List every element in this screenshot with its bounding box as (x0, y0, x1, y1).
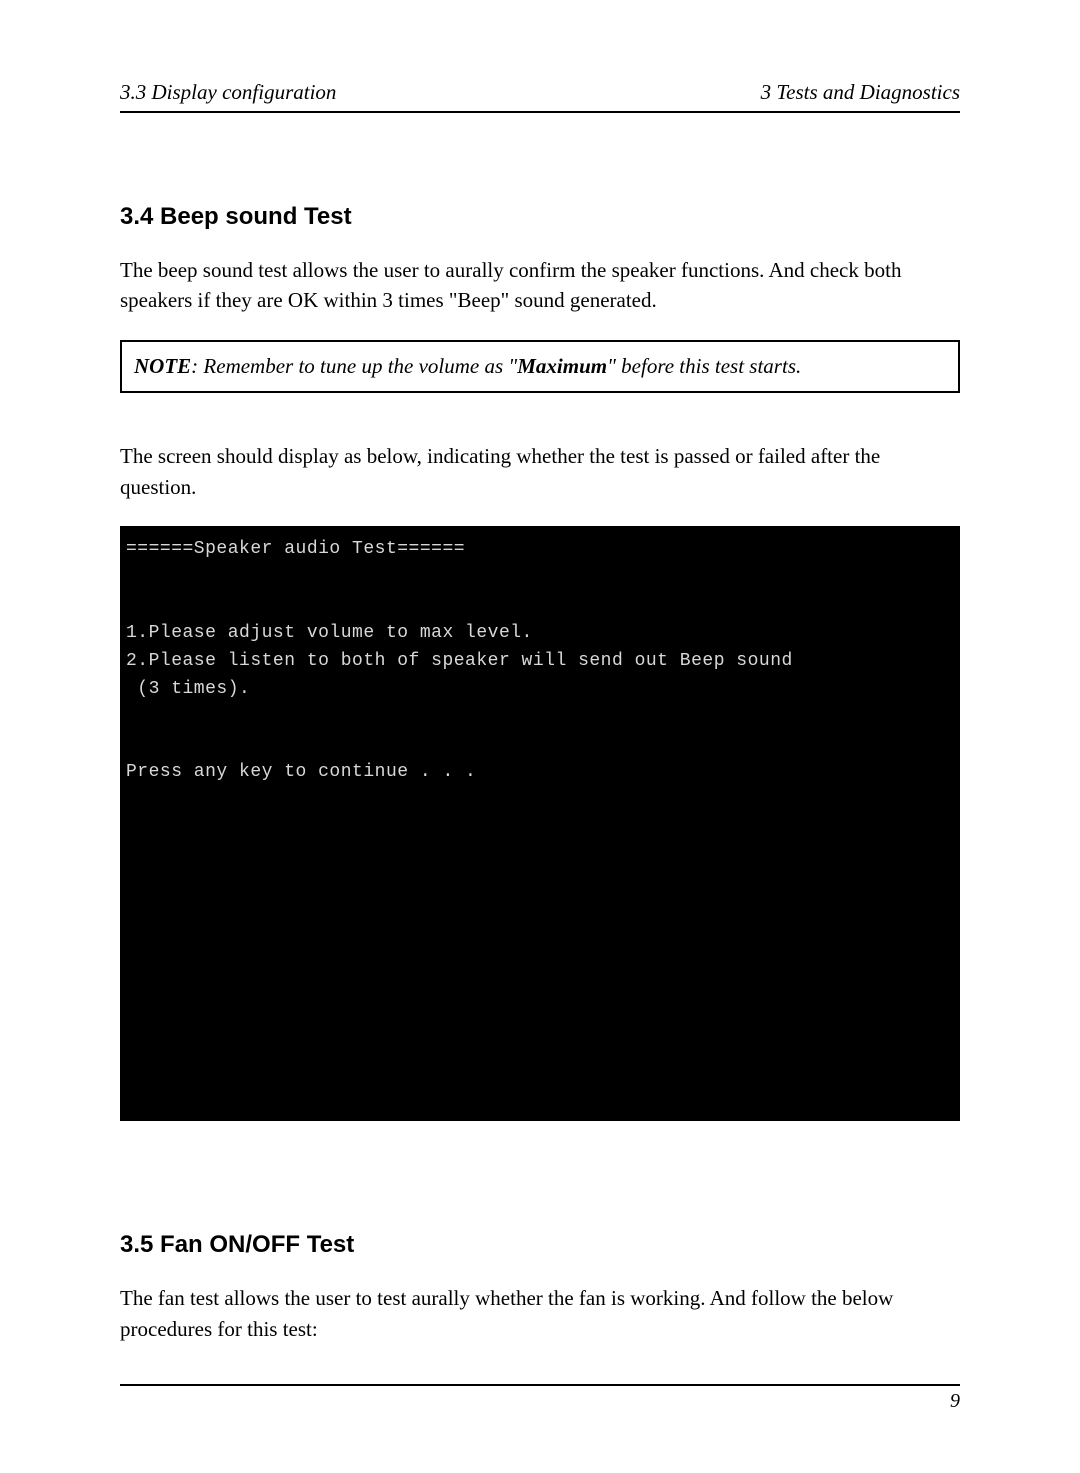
note-text-post: " before this test starts. (607, 354, 801, 378)
term-line-6: (3 times). (126, 679, 250, 699)
note-label: NOTE (134, 354, 191, 378)
footer: 9 (120, 1384, 960, 1413)
term-line-9: Press any key to continue . . . (126, 762, 476, 782)
header-right: 3 Tests and Diagnostics (761, 80, 960, 105)
note-text-pre: : Remember to tune up the volume as " (191, 354, 517, 378)
page-number: 9 (950, 1390, 960, 1412)
running-header: 3.3 Display configuration 3 Tests and Di… (120, 80, 960, 113)
beep-paragraph-1: The beep sound test allows the user to a… (120, 255, 960, 316)
beep-paragraph-2: The screen should display as below, indi… (120, 441, 960, 502)
term-line-4: 1.Please adjust volume to max level. (126, 623, 533, 643)
note-box: NOTE: Remember to tune up the volume as … (120, 340, 960, 393)
section-heading-fan: 3.5 Fan ON/OFF Test (120, 1231, 960, 1259)
note-bold-word: Maximum (517, 354, 607, 378)
page-content: 3.3 Display configuration 3 Tests and Di… (0, 0, 1080, 1473)
section-heading-beep: 3.4 Beep sound Test (120, 203, 960, 231)
fan-paragraph-1: The fan test allows the user to test aur… (120, 1283, 960, 1344)
term-line-5: 2.Please listen to both of speaker will … (126, 651, 793, 671)
term-line-1: ======Speaker audio Test====== (126, 539, 465, 559)
terminal-screenshot: ======Speaker audio Test====== 1.Please … (120, 526, 960, 1121)
header-left: 3.3 Display configuration (120, 80, 336, 105)
